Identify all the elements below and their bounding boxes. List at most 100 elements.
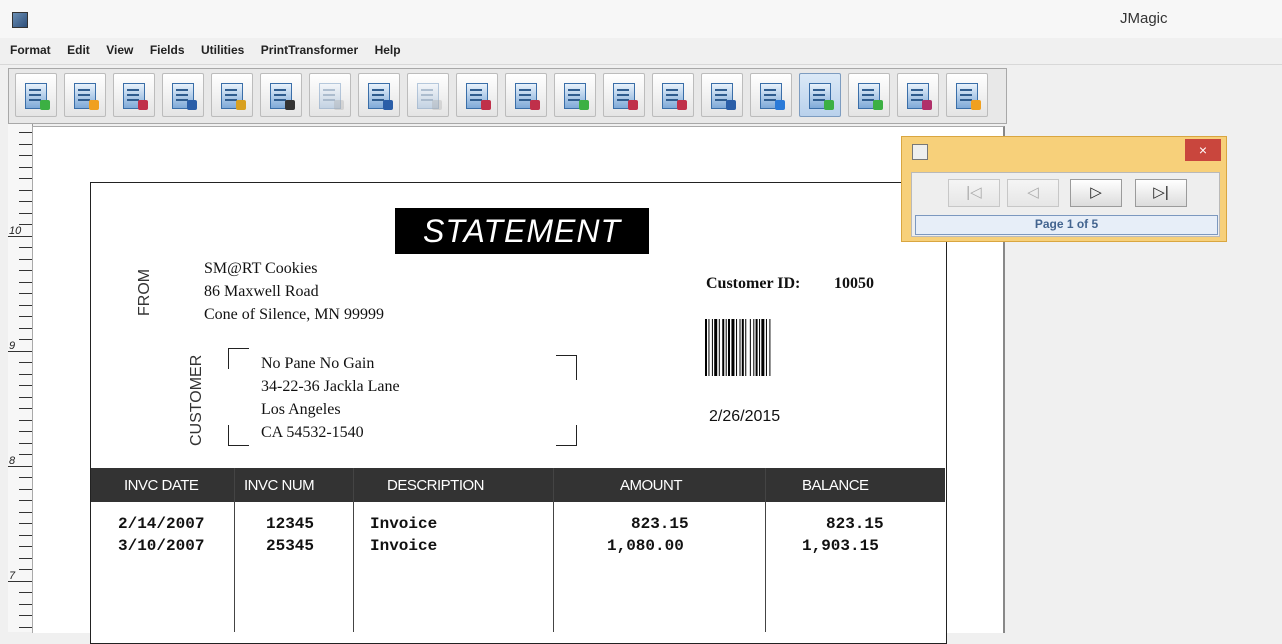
menu-help[interactable]: Help bbox=[375, 43, 401, 57]
ruler-tick bbox=[19, 500, 32, 501]
ruler-tick bbox=[19, 408, 32, 409]
ruler-tick bbox=[19, 247, 32, 248]
print-button[interactable] bbox=[162, 73, 204, 117]
dialog-app-icon bbox=[912, 144, 928, 160]
ruler-tick bbox=[8, 580, 32, 582]
ruler-tick bbox=[19, 304, 32, 306]
column-divider bbox=[765, 468, 766, 632]
line-button[interactable] bbox=[505, 73, 547, 117]
vertical-ruler: 10 9 8 7 bbox=[8, 124, 33, 632]
row2-num: 25345 bbox=[266, 537, 315, 555]
ruler-tick bbox=[19, 385, 32, 386]
header-amount: AMOUNT bbox=[620, 477, 683, 494]
ruler-tick bbox=[19, 281, 32, 283]
close-button[interactable]: × bbox=[1185, 139, 1221, 161]
database-button[interactable] bbox=[211, 73, 253, 117]
customer-id-label: Customer ID: bbox=[706, 275, 801, 292]
disabled-tool-2[interactable] bbox=[407, 73, 449, 117]
row1-num: 12345 bbox=[266, 515, 315, 533]
rectangle-icon-badge bbox=[481, 100, 491, 110]
barcode-bar bbox=[718, 319, 720, 376]
image-icon-badge bbox=[579, 100, 589, 110]
window-title: JMagic bbox=[1120, 10, 1168, 27]
ruler-tick bbox=[8, 350, 32, 352]
barcode-bar bbox=[708, 319, 710, 376]
open-folder-icon-badge bbox=[89, 100, 99, 110]
preview-button[interactable] bbox=[799, 73, 841, 117]
menu-view[interactable]: View bbox=[106, 43, 133, 57]
app-icon bbox=[12, 12, 28, 28]
align-button[interactable] bbox=[603, 73, 645, 117]
header-invc-num: INVC NUM bbox=[244, 477, 315, 494]
customer-label: CUSTOMER bbox=[188, 354, 205, 446]
title-bar: JMagic bbox=[0, 0, 1282, 38]
barcode-field-button[interactable] bbox=[260, 73, 302, 117]
ruler-tick bbox=[19, 626, 32, 628]
barcode-bar bbox=[731, 319, 735, 376]
box-icon-badge bbox=[334, 100, 344, 110]
next-page-button[interactable]: ▷ bbox=[1070, 179, 1122, 207]
grid-button[interactable] bbox=[750, 73, 792, 117]
from-line-2: 86 Maxwell Road bbox=[204, 283, 319, 300]
ruler-tick bbox=[19, 224, 32, 225]
ruler-tick bbox=[19, 431, 32, 432]
ruler-tick bbox=[19, 293, 32, 294]
customer-line-3: Los Angeles bbox=[261, 401, 341, 418]
ruler-tick bbox=[19, 339, 32, 340]
from-line-1: SM@RT Cookies bbox=[204, 260, 318, 277]
list-icon-badge bbox=[726, 100, 736, 110]
barcode-bar bbox=[728, 319, 730, 376]
column-divider bbox=[353, 468, 354, 632]
ruler-tick bbox=[19, 396, 32, 398]
ruler-tick bbox=[19, 511, 32, 513]
list-button[interactable] bbox=[701, 73, 743, 117]
rectangle-button[interactable] bbox=[456, 73, 498, 117]
customer-line-1: No Pane No Gain bbox=[261, 355, 375, 372]
ruler-tick bbox=[8, 235, 32, 237]
undo-button[interactable] bbox=[897, 73, 939, 117]
menu-fields[interactable]: Fields bbox=[150, 43, 185, 57]
ruler-tick bbox=[19, 603, 32, 605]
redo-button[interactable] bbox=[946, 73, 988, 117]
menu-format[interactable]: Format bbox=[10, 43, 51, 57]
from-label: FROM bbox=[136, 268, 153, 316]
save-button[interactable] bbox=[113, 73, 155, 117]
abc-text-icon-badge bbox=[383, 100, 393, 110]
prev-page-button[interactable]: ◁ bbox=[1007, 179, 1059, 207]
barcode-bar bbox=[714, 319, 718, 376]
ruler-tick bbox=[19, 316, 32, 317]
header-invc-date: INVC DATE bbox=[124, 477, 199, 494]
ruler-tick bbox=[19, 419, 32, 421]
menu-bar: Format Edit View Fields Utilities PrintT… bbox=[0, 38, 1282, 65]
first-page-button[interactable]: |◁ bbox=[948, 179, 1000, 207]
menu-printtransformer[interactable]: PrintTransformer bbox=[261, 43, 358, 57]
ruler-tick bbox=[19, 258, 32, 260]
barcode-bar bbox=[725, 319, 727, 376]
barcode-bar bbox=[741, 319, 744, 376]
open-button[interactable] bbox=[64, 73, 106, 117]
barcode-bar bbox=[765, 319, 767, 376]
select-button[interactable] bbox=[848, 73, 890, 117]
barcode-bar bbox=[711, 319, 713, 376]
customer-id-value: 10050 bbox=[834, 275, 874, 292]
menu-edit[interactable]: Edit bbox=[67, 43, 90, 57]
ruler-tick bbox=[19, 615, 32, 616]
text-field-button[interactable] bbox=[358, 73, 400, 117]
new-image-button[interactable] bbox=[554, 73, 596, 117]
ruler-tick bbox=[19, 569, 32, 570]
last-page-button[interactable]: ▷| bbox=[1135, 179, 1187, 207]
barcode-bar bbox=[739, 319, 741, 376]
header-description: DESCRIPTION bbox=[387, 477, 485, 494]
address-bracket-top-left bbox=[228, 348, 249, 369]
barcode-icon-badge bbox=[285, 100, 295, 110]
disabled-tool-1[interactable] bbox=[309, 73, 351, 117]
column-divider bbox=[234, 468, 235, 632]
attach-button[interactable] bbox=[652, 73, 694, 117]
new-form-button[interactable] bbox=[15, 73, 57, 117]
table-header: INVC DATE INVC NUM DESCRIPTION AMOUNT BA… bbox=[91, 468, 945, 502]
address-bracket-top-right bbox=[556, 355, 577, 380]
ruler-tick bbox=[19, 442, 32, 444]
menu-utilities[interactable]: Utilities bbox=[201, 43, 244, 57]
new-document-icon-badge bbox=[40, 100, 50, 110]
ruler-tick bbox=[8, 465, 32, 467]
